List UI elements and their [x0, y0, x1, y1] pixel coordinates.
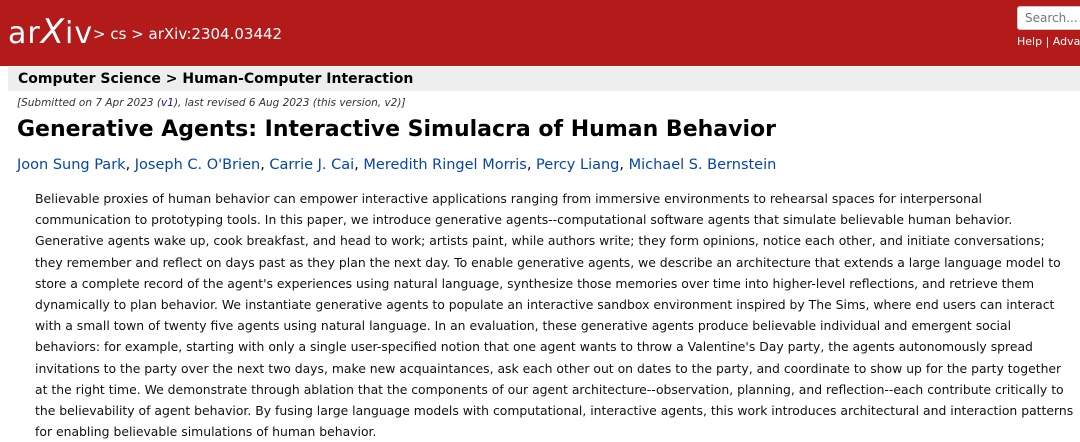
breadcrumb-separator: >	[126, 25, 149, 43]
author-separator: ,	[526, 157, 537, 173]
author-link[interactable]: Percy Liang	[536, 157, 619, 173]
subject-heading: Computer Science > Human-Computer Intera…	[8, 67, 1080, 91]
paper-title: Generative Agents: Interactive Simulacra…	[17, 117, 776, 142]
author-link[interactable]: Joon Sung Park	[17, 157, 126, 173]
breadcrumb-paper-id: arXiv:2304.03442	[148, 25, 283, 43]
arxiv-logo[interactable]: arXiv	[8, 14, 93, 52]
search-help-links: Help | Adva	[1017, 35, 1080, 48]
arxiv-header: arXiv > cs > arXiv:2304.03442 Help | Adv…	[0, 0, 1080, 66]
abstract-text: Believable proxies of human behavior can…	[35, 191, 1074, 440]
author-separator: ,	[619, 157, 629, 173]
author-separator: ,	[125, 157, 135, 173]
breadcrumb-separator: >	[93, 25, 111, 43]
author-link[interactable]: Michael S. Bernstein	[629, 157, 777, 173]
advanced-search-link[interactable]: Adva	[1053, 35, 1080, 48]
author-link[interactable]: Joseph C. O'Brien	[135, 157, 260, 173]
breadcrumb-cs-link[interactable]: cs	[110, 25, 126, 43]
breadcrumb: > cs > arXiv:2304.03442	[93, 25, 282, 43]
author-list: Joon Sung Park, Joseph C. O'Brien, Carri…	[17, 154, 776, 176]
help-link[interactable]: Help	[1017, 35, 1042, 48]
logo-x: X	[40, 12, 66, 52]
dateline-suffix: ), last revised 6 Aug 2023 (this version…	[173, 97, 406, 109]
dateline-prefix: [Submitted on 7 Apr 2023 (	[17, 97, 162, 109]
author-link[interactable]: Carrie J. Cai	[269, 157, 354, 173]
search-input[interactable]	[1017, 6, 1080, 30]
logo-ar: ar	[8, 16, 41, 51]
submission-dateline: [Submitted on 7 Apr 2023 (v1), last revi…	[17, 97, 406, 109]
help-divider: |	[1042, 35, 1053, 48]
author-link[interactable]: Meredith Ringel Morris	[363, 157, 526, 173]
logo-iv: iv	[65, 16, 94, 51]
version-v1-link[interactable]: v1	[161, 97, 174, 109]
